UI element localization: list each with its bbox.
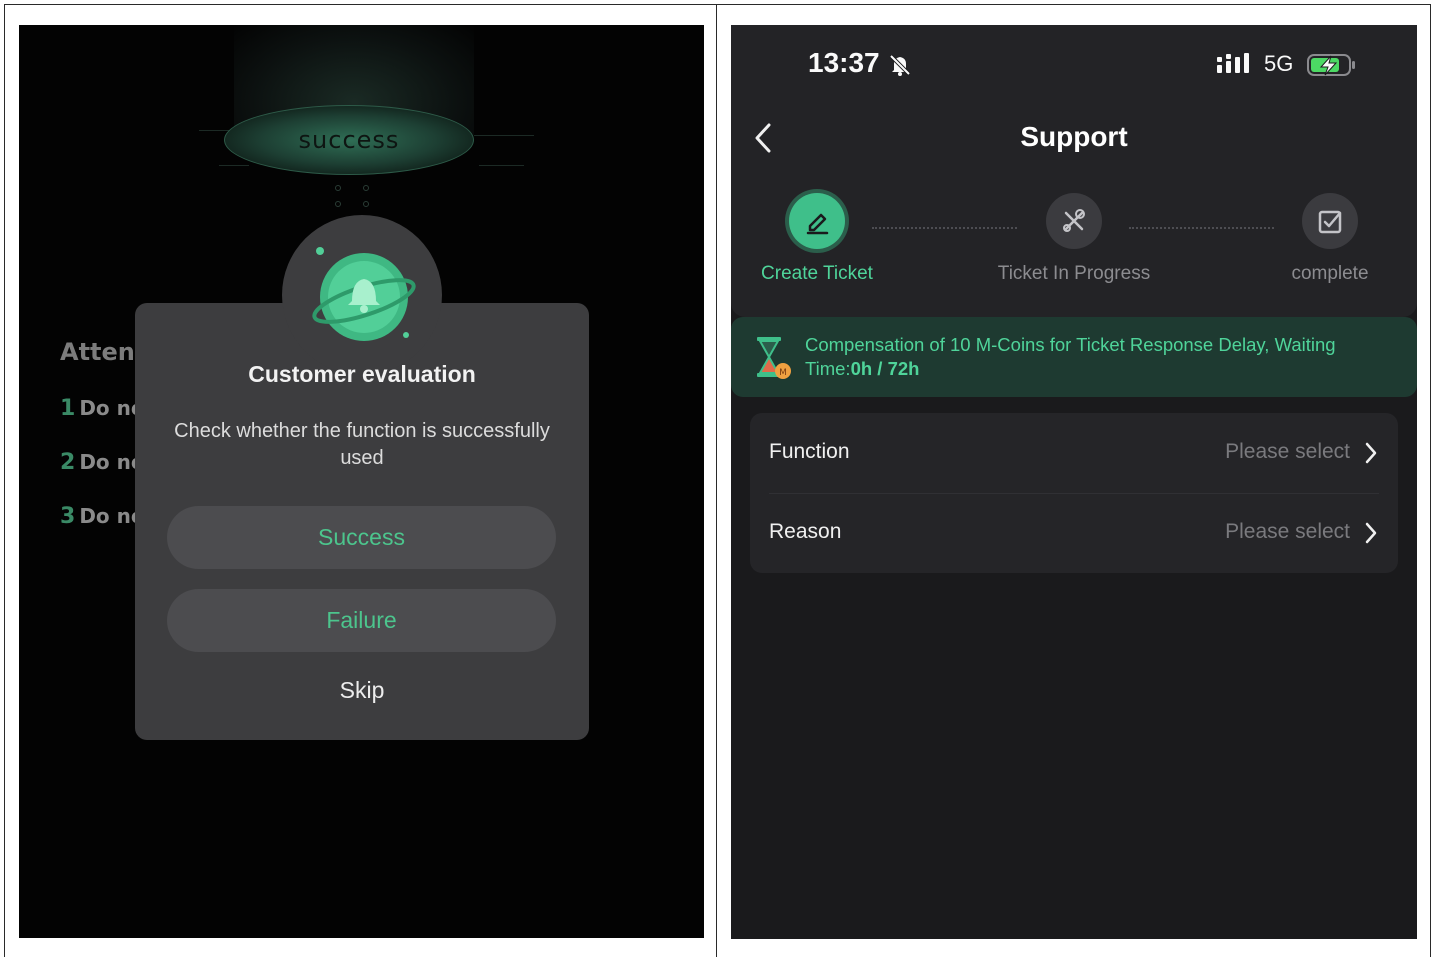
step-label-create-ticket: Create Ticket: [761, 263, 873, 284]
attention-item-number: 3: [60, 504, 76, 529]
step-connector: [1129, 227, 1274, 229]
checkbox-icon: [1318, 210, 1342, 234]
success-banner-label: success: [298, 126, 400, 154]
circuit-line: [479, 165, 524, 166]
chevron-right-icon: [1365, 442, 1377, 464]
planet-bell-icon: [312, 247, 416, 341]
step-ticket-in-progress: [1046, 193, 1102, 249]
compensation-notice-text: Compensation of 10 M-Coins for Ticket Re…: [805, 333, 1405, 381]
step-create-ticket: [789, 193, 845, 249]
reason-label: Reason: [769, 520, 842, 543]
svg-text:M: M: [779, 368, 787, 378]
waiting-time-value: 0h / 72h: [850, 358, 920, 379]
failure-button[interactable]: Failure: [167, 589, 556, 652]
bell-off-icon: [889, 54, 911, 76]
success-banner: success: [224, 105, 474, 175]
function-select[interactable]: Function Please select: [750, 413, 1398, 493]
evaluation-screen: success Atten 1 Do no 2 Do no 3 Do no Custo…: [19, 25, 704, 938]
pencil-icon: [806, 213, 829, 235]
circuit-dot: [335, 201, 341, 207]
step-complete: [1302, 193, 1358, 249]
reason-select[interactable]: Reason Please select: [750, 493, 1398, 573]
page-title: Support: [1020, 121, 1128, 152]
signal-icon: [1217, 53, 1249, 73]
attention-item: 2 Do no: [60, 450, 145, 475]
reason-placeholder: Please select: [1225, 520, 1350, 543]
circuit-dot: [335, 185, 341, 191]
attention-item-number: 1: [60, 396, 76, 421]
hourglass-coin-icon: M: [757, 337, 791, 379]
step-label-ticket-in-progress: Ticket In Progress: [997, 263, 1151, 284]
support-screen: 13:37 5G Support Create Ticket Ticket In…: [731, 25, 1417, 939]
attention-item: 1 Do no: [60, 396, 145, 421]
attention-item: 3 Do no: [60, 504, 145, 529]
battery-charging-icon: [1307, 54, 1355, 76]
circuit-line: [219, 165, 249, 166]
step-label-complete: complete: [1291, 263, 1369, 284]
attention-title: Atten: [60, 338, 135, 366]
status-time: 13:37: [808, 47, 880, 78]
attention-item-number: 2: [60, 450, 76, 475]
circuit-dot: [363, 185, 369, 191]
step-connector: [872, 227, 1017, 229]
circuit-line: [474, 135, 534, 136]
function-label: Function: [769, 440, 850, 463]
modal-subtitle: Check whether the function is successful…: [174, 420, 550, 469]
function-placeholder: Please select: [1225, 440, 1350, 463]
modal-title: Customer evaluation: [248, 361, 476, 387]
skip-button[interactable]: Skip: [135, 677, 589, 704]
network-label: 5G: [1264, 51, 1294, 76]
tools-icon: [1063, 209, 1085, 232]
chevron-right-icon: [1365, 522, 1377, 544]
circuit-dot: [363, 201, 369, 207]
success-button[interactable]: Success: [167, 506, 556, 569]
